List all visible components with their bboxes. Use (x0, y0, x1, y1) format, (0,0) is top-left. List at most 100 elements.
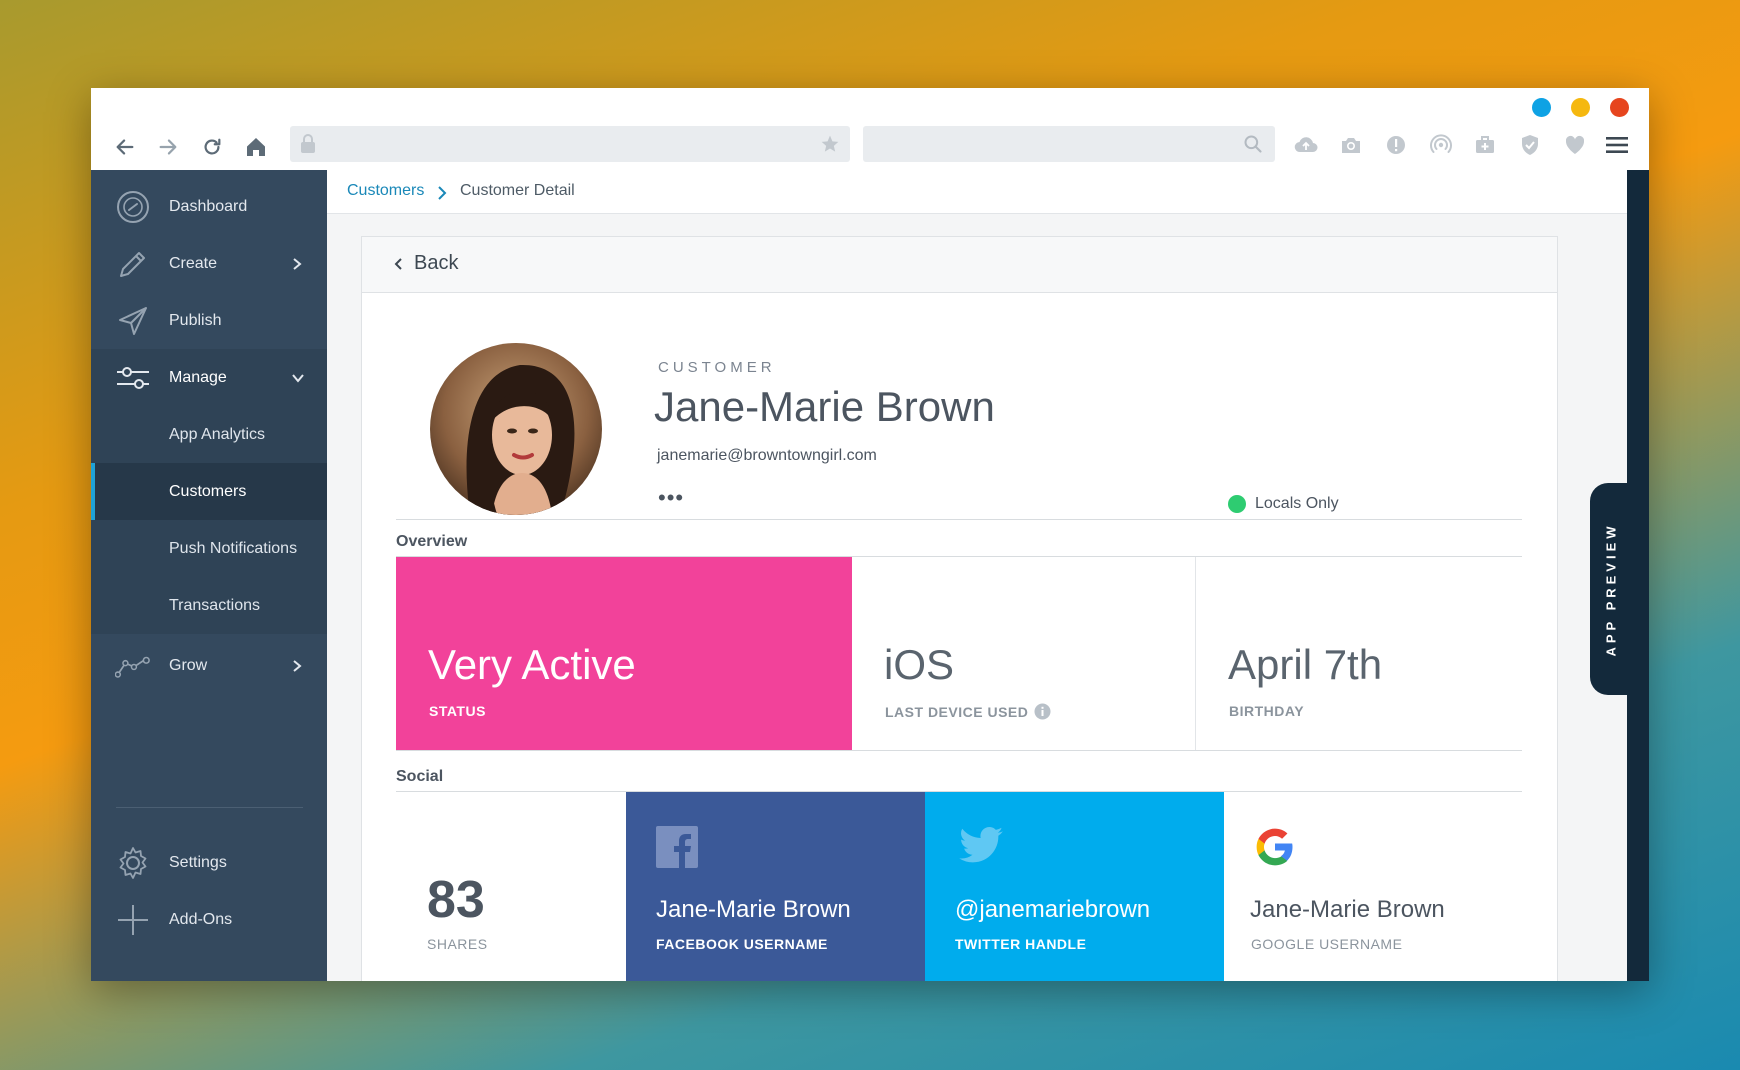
info-icon[interactable] (1034, 703, 1051, 720)
google-icon (1256, 828, 1293, 866)
camera-icon[interactable] (1338, 132, 1364, 158)
google-username: Jane-Marie Brown (1250, 896, 1445, 923)
birthday-tile: April 7th BIRTHDAY (1196, 557, 1522, 750)
speedometer-icon (115, 189, 151, 225)
briefcase-icon[interactable] (1472, 132, 1498, 158)
shares-value: 83 (427, 871, 485, 929)
sidebar-divider (116, 807, 303, 808)
window-close-button[interactable] (1610, 98, 1629, 117)
divider (396, 750, 1522, 751)
sidebar-item-label: Add-Ons (169, 910, 233, 928)
sidebar-item-publish[interactable]: Publish (91, 292, 327, 349)
address-bar[interactable] (290, 126, 850, 162)
app-preview-label[interactable]: APP PREVIEW (1599, 503, 1623, 675)
google-tile[interactable]: Jane-Marie Brown GOOGLE USERNAME (1224, 792, 1522, 981)
sidebar-subitem-label: Transactions (169, 596, 260, 614)
status-caption: STATUS (429, 703, 486, 719)
browser-toolbar (91, 88, 1649, 170)
device-value: iOS (884, 641, 955, 688)
card-header: Back (362, 237, 1557, 293)
alert-icon[interactable] (1383, 132, 1409, 158)
lock-icon (300, 134, 316, 159)
sidebar-subitem-label: Push Notifications (169, 539, 298, 557)
sidebar-item-create[interactable]: Create (91, 235, 327, 292)
broadcast-icon[interactable] (1428, 132, 1454, 158)
twitter-caption: TWITTER HANDLE (955, 936, 1087, 952)
breadcrumb: Customers Customer Detail (327, 170, 1627, 214)
main-content: Customers Customer Detail Back CUSTOMER … (327, 170, 1627, 981)
window-maximize-button[interactable] (1571, 98, 1590, 117)
chevron-right-icon (438, 186, 447, 200)
status-tile: Very Active STATUS (396, 557, 852, 750)
customer-name: Jane-Marie Brown (654, 383, 995, 430)
social-heading: Social (396, 768, 444, 785)
segment-badge: Locals Only (1228, 495, 1339, 513)
back-label: Back (414, 252, 459, 274)
menu-icon[interactable] (1604, 132, 1630, 158)
sidebar-item-label: Grow (169, 656, 208, 674)
chevron-down-icon (292, 373, 304, 383)
window-minimize-button[interactable] (1532, 98, 1551, 117)
shield-icon[interactable] (1517, 132, 1543, 158)
status-dot-icon (1228, 495, 1246, 513)
sidebar-item-label: Create (169, 254, 218, 272)
sidebar-subitem-push-notifications[interactable]: Push Notifications (91, 520, 327, 577)
search-field[interactable] (863, 126, 1275, 162)
breadcrumb-current: Customer Detail (460, 182, 575, 199)
device-caption-text: LAST DEVICE USED (885, 703, 1029, 720)
status-value: Very Active (428, 641, 636, 688)
star-icon[interactable] (820, 134, 840, 159)
divider (396, 519, 1522, 520)
sidebar-subitem-customers[interactable]: Customers (91, 463, 327, 520)
graph-icon (115, 648, 151, 684)
back-arrow-icon[interactable] (110, 132, 140, 162)
device-tile: iOS LAST DEVICE USED (852, 557, 1196, 750)
sidebar-item-manage[interactable]: Manage (91, 349, 327, 406)
more-options-button[interactable]: ••• (658, 485, 684, 511)
facebook-caption: FACEBOOK USERNAME (656, 936, 828, 952)
sidebar-item-add-ons[interactable]: Add-Ons (91, 891, 327, 948)
app-preview-text: APP PREVIEW (1603, 521, 1619, 657)
device-caption: LAST DEVICE USED (885, 703, 1051, 720)
sidebar-item-label: Settings (169, 853, 227, 871)
chevron-left-icon (394, 257, 402, 270)
facebook-icon (656, 826, 698, 868)
shares-caption: SHARES (427, 936, 488, 952)
facebook-tile[interactable]: Jane-Marie Brown FACEBOOK USERNAME (626, 792, 925, 981)
customer-email[interactable]: janemarie@browntowngirl.com (657, 447, 877, 465)
sidebar-item-label: Dashboard (169, 197, 248, 215)
pencil-icon (115, 246, 151, 282)
chevron-right-icon (293, 257, 302, 270)
overview-heading: Overview (396, 533, 468, 550)
forward-arrow-icon[interactable] (153, 132, 183, 162)
birthday-value: April 7th (1228, 641, 1383, 688)
search-icon[interactable] (1243, 134, 1263, 159)
reload-icon[interactable] (197, 132, 227, 162)
breadcrumb-link-customers[interactable]: Customers (347, 182, 424, 200)
app-preview-strip (1627, 170, 1649, 981)
birthday-caption: BIRTHDAY (1229, 703, 1305, 719)
sidebar-item-settings[interactable]: Settings (91, 834, 327, 891)
google-caption: GOOGLE USERNAME (1251, 936, 1403, 952)
segment-label: Locals Only (1255, 495, 1339, 512)
heart-icon[interactable] (1562, 132, 1588, 158)
sidebar-item-dashboard[interactable]: Dashboard (91, 178, 327, 235)
gear-icon (115, 845, 151, 881)
avatar (430, 343, 602, 515)
browser-window: Dashboard Create Publish Manage App Anal… (91, 88, 1649, 981)
cloud-upload-icon[interactable] (1293, 132, 1319, 158)
customer-card: Back CUSTOMER Jane-Marie Brown janemarie… (361, 236, 1558, 981)
twitter-handle: @janemariebrown (955, 896, 1151, 923)
sliders-icon (115, 360, 151, 396)
sidebar-subitem-app-analytics[interactable]: App Analytics (91, 406, 327, 463)
twitter-tile[interactable]: @janemariebrown TWITTER HANDLE (925, 792, 1224, 981)
sidebar-item-label: Manage (169, 368, 227, 386)
sidebar-item-grow[interactable]: Grow (91, 637, 327, 694)
sidebar-subitem-transactions[interactable]: Transactions (91, 577, 327, 634)
paper-plane-icon (115, 303, 151, 339)
back-button[interactable]: Back (394, 252, 458, 275)
facebook-username: Jane-Marie Brown (656, 896, 851, 923)
chevron-right-icon (293, 659, 302, 672)
home-icon[interactable] (241, 132, 271, 162)
plus-icon (115, 902, 151, 938)
